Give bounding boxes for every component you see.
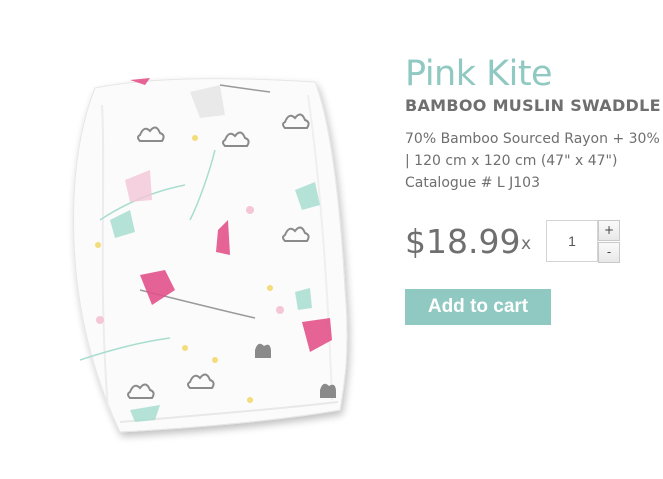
description-size: | 120 cm x 120 cm (47" x 47"): [405, 153, 618, 169]
quantity-input[interactable]: [546, 220, 598, 262]
product-subtitle: BAMBOO MUSLIN SWADDLE: [405, 96, 661, 115]
add-to-cart-button[interactable]: Add to cart: [405, 289, 551, 325]
description-material: 70% Bamboo Sourced Rayon + 30% Cotton: [405, 131, 663, 147]
product-title: Pink Kite: [405, 54, 553, 94]
times-symbol: x: [521, 234, 532, 254]
catalogue-number: Catalogue # L J103: [405, 175, 540, 191]
product-description: 70% Bamboo Sourced Rayon + 30% Cotton | …: [405, 128, 663, 194]
swaddle-illustration: [73, 78, 348, 433]
product-price: $18.99: [405, 222, 521, 261]
product-image: [40, 60, 380, 450]
quantity-decrement-button[interactable]: -: [598, 242, 620, 263]
quantity-increment-button[interactable]: +: [598, 220, 620, 241]
